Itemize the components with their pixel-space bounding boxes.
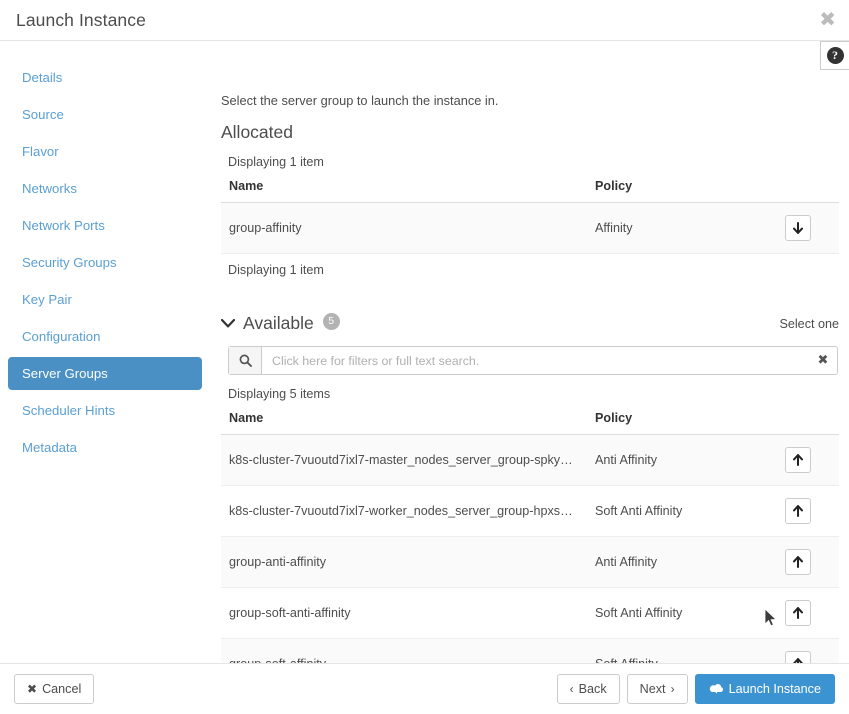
chevron-right-icon: › (670, 682, 675, 696)
available-col-name: Name (221, 408, 587, 435)
cell-name: k8s-cluster-7vuoutd7ixl7-worker_nodes_se… (221, 485, 587, 537)
sidebar-item-metadata[interactable]: Metadata (8, 431, 202, 464)
next-label: Next (639, 682, 666, 696)
select-one-hint: Select one (779, 316, 839, 331)
close-x-icon: ✖ (27, 682, 38, 696)
table-row: k8s-cluster-7vuoutd7ixl7-master_nodes_se… (221, 434, 839, 486)
allocated-header-row: Name Policy (221, 176, 839, 203)
sidebar-item-scheduler-hints[interactable]: Scheduler Hints (8, 394, 202, 427)
cell-policy: Anti Affinity (587, 536, 777, 588)
allocate-button[interactable] (785, 549, 811, 575)
sidebar-item-security-groups[interactable]: Security Groups (8, 246, 202, 279)
launch-instance-modal: Launch Instance ✖ ? Details Source Flavor N… (0, 0, 849, 714)
help-icon: ? (826, 47, 844, 64)
available-title: Available (243, 313, 314, 333)
deallocate-button[interactable] (785, 215, 811, 241)
allocated-col-action (777, 176, 839, 203)
sidebar-item-details[interactable]: Details (8, 61, 202, 94)
wizard-content: Select the server group to launch the in… (210, 41, 849, 713)
sidebar-item-source[interactable]: Source (8, 98, 202, 131)
sidebar-item-server-groups[interactable]: Server Groups (8, 357, 202, 390)
cell-name: k8s-cluster-7vuoutd7ixl7-master_nodes_se… (221, 434, 587, 486)
cell-policy: Soft Anti Affinity (587, 485, 777, 537)
cell-name: group-affinity (221, 202, 587, 254)
cancel-label: Cancel (42, 682, 82, 696)
allocated-title: Allocated (221, 122, 293, 142)
available-count-badge: 5 (322, 313, 340, 330)
back-label: Back (578, 682, 607, 696)
page-title: Launch Instance (16, 9, 146, 30)
allocate-button[interactable] (785, 498, 811, 524)
available-section-header[interactable]: Available 5 Select one (221, 313, 839, 334)
available-table: Name Policy k8s-cluster-7vuoutd7ixl7-mas… (221, 408, 839, 690)
allocated-col-name: Name (221, 176, 587, 203)
sidebar-item-configuration[interactable]: Configuration (8, 320, 202, 353)
modal-body: Details Source Flavor Networks Network Ports… (0, 41, 849, 713)
sidebar-item-flavor[interactable]: Flavor (8, 135, 202, 168)
sidebar-item-networks[interactable]: Networks (8, 172, 202, 205)
available-count-top: Displaying 5 items (228, 387, 331, 401)
cell-action (777, 434, 839, 486)
chevron-down-icon[interactable] (221, 319, 235, 328)
filter-search-bar[interactable]: ✖ (228, 346, 838, 375)
chevron-left-icon: ‹ (569, 682, 574, 696)
cell-action (777, 202, 839, 254)
available-col-action (777, 408, 839, 435)
next-button[interactable]: Next › (626, 674, 688, 704)
help-button[interactable]: ? (820, 41, 849, 70)
allocated-table: Name Policy group-affinity Affinity (221, 176, 839, 254)
allocated-count-top: Displaying 1 item (228, 155, 324, 169)
cell-policy: Affinity (587, 202, 777, 254)
launch-label: Launch Instance (728, 682, 821, 696)
table-row: group-anti-affinity Anti Affinity (221, 536, 839, 588)
cell-policy: Soft Anti Affinity (587, 587, 777, 639)
sidebar-item-network-ports[interactable]: Network Ports (8, 209, 202, 242)
launch-instance-button[interactable]: Launch Instance (694, 674, 835, 704)
available-col-policy: Policy (587, 408, 777, 435)
wizard-sidebar: Details Source Flavor Networks Network Ports… (0, 41, 210, 664)
allocate-button[interactable] (785, 447, 811, 473)
back-button[interactable]: ‹ Back (556, 674, 620, 704)
cloud-upload-icon (709, 682, 724, 697)
clear-search-icon[interactable]: ✖ (809, 347, 837, 374)
table-row: group-soft-anti-affinity Soft Anti Affini… (221, 587, 839, 639)
table-row: group-affinity Affinity (221, 202, 839, 254)
modal-footer: ✖ Cancel ‹ Back Next › Launch Instance (0, 663, 849, 714)
allocated-count-bottom: Displaying 1 item (228, 263, 324, 277)
allocate-button[interactable] (785, 600, 811, 626)
allocated-col-policy: Policy (587, 176, 777, 203)
cell-name: group-anti-affinity (221, 536, 587, 588)
cell-action (777, 536, 839, 588)
cell-action (777, 485, 839, 537)
available-header-row: Name Policy (221, 408, 839, 435)
table-row: k8s-cluster-7vuoutd7ixl7-worker_nodes_se… (221, 485, 839, 537)
modal-header: Launch Instance ✖ (0, 0, 849, 40)
intro-text: Select the server group to launch the in… (221, 93, 499, 108)
cancel-button[interactable]: ✖ Cancel (14, 674, 95, 704)
search-icon (229, 347, 262, 374)
sidebar-item-key-pair[interactable]: Key Pair (8, 283, 202, 316)
search-input[interactable] (262, 347, 809, 374)
close-icon[interactable]: ✖ (819, 9, 836, 29)
cell-name: group-soft-anti-affinity (221, 587, 587, 639)
footer-actions: ‹ Back Next › Launch Instance (556, 674, 835, 704)
cell-action (777, 587, 839, 639)
cell-policy: Anti Affinity (587, 434, 777, 486)
